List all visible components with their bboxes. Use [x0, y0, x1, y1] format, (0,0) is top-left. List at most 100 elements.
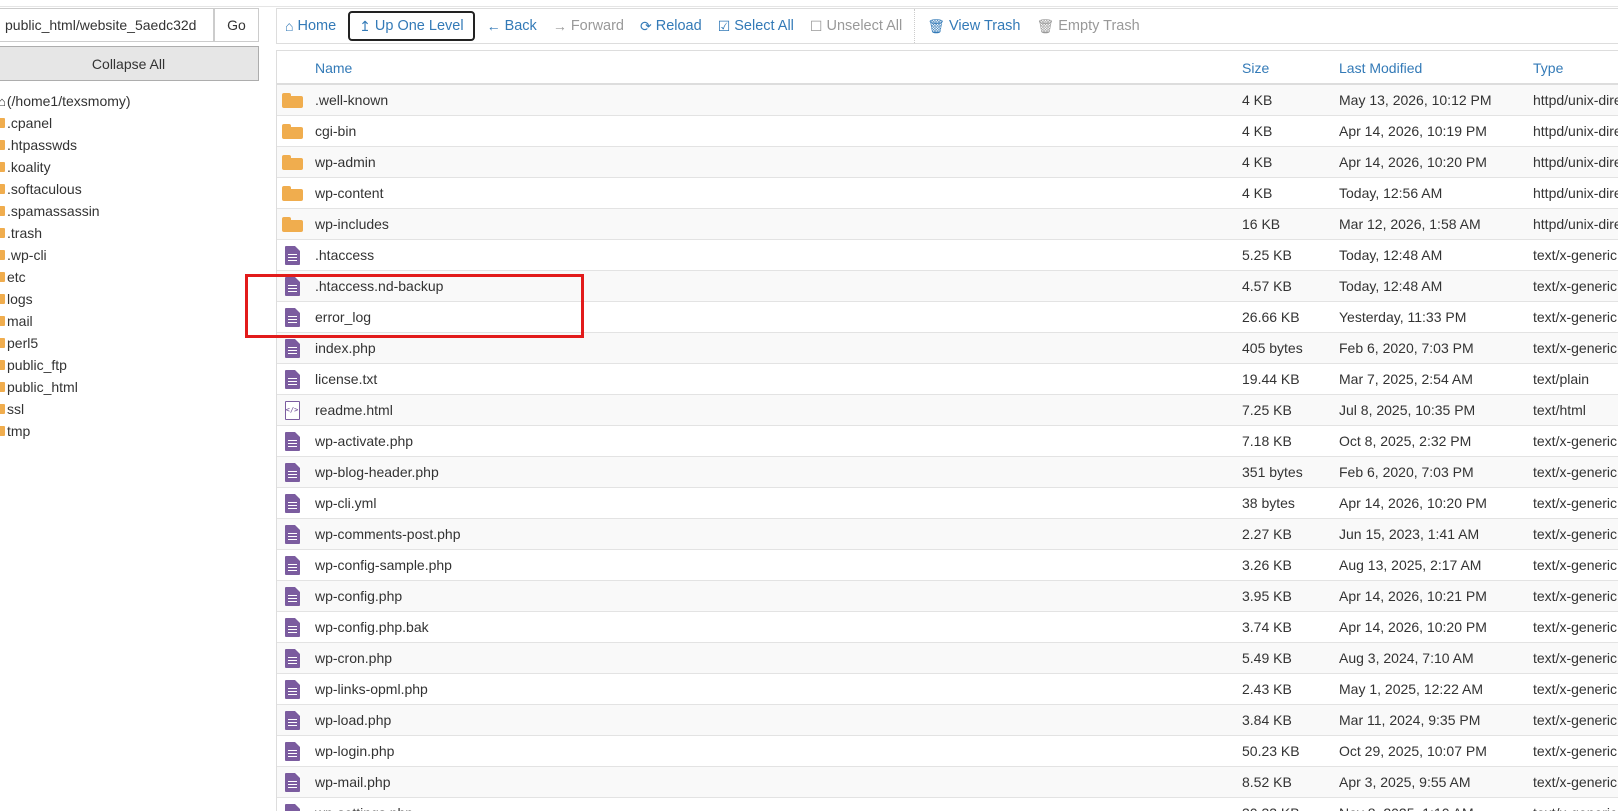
forward-button[interactable]: → Forward [545, 10, 632, 42]
file-type: text/html [1533, 402, 1586, 418]
row-icon-cell [281, 643, 303, 673]
home-icon: ⌂ [0, 93, 6, 109]
tree-item[interactable]: .koality [0, 156, 262, 178]
unselect-all-button[interactable]: ☐ Unselect All [802, 10, 910, 42]
tree-item[interactable]: ssl [0, 398, 262, 420]
tree-item-label: ssl [7, 401, 25, 417]
table-row[interactable]: wp-activate.php 7.18 KB Oct 8, 2025, 2:32 … [277, 426, 1618, 457]
folder-icon [0, 140, 5, 150]
column-header-size[interactable]: Size [1242, 51, 1269, 84]
column-header-type[interactable]: Type [1533, 51, 1563, 84]
tree-item[interactable]: .htpasswds [0, 134, 262, 156]
folder-icon [0, 206, 5, 216]
refresh-icon: ⟳ [640, 17, 652, 34]
file-size: 4 KB [1242, 123, 1273, 139]
back-button[interactable]: ← Back [479, 10, 545, 42]
file-size: 7.25 KB [1242, 402, 1292, 418]
table-row[interactable]: wp-content 4 KB Today, 12:56 AM httpd/unix-… [277, 178, 1618, 209]
tree-item-label: .trash [7, 225, 43, 241]
empty-trash-button[interactable]: 🗑︎ Empty Trash [1028, 10, 1147, 42]
file-size: 3.74 KB [1242, 619, 1292, 635]
tree-item[interactable]: tmp [0, 420, 262, 442]
table-row[interactable]: wp-login.php 50.23 KB Oct 29, 2025, 10:07 … [277, 736, 1618, 767]
table-row[interactable]: wp-cli.yml 38 bytes Apr 14, 2026, 10:20 PM… [277, 488, 1618, 519]
tree-item[interactable]: .spamassassin [0, 200, 262, 222]
file-last-modified: Today, 12:56 AM [1339, 185, 1443, 201]
collapse-all-button[interactable]: Collapse All [0, 46, 259, 81]
tree-item[interactable]: public_ftp [0, 354, 262, 376]
file-last-modified: Apr 14, 2026, 10:21 PM [1339, 588, 1487, 604]
home-button[interactable]: ⌂ Home [277, 10, 344, 42]
table-row[interactable]: wp-config.php.bak 3.74 KB Apr 14, 2026, 10… [277, 612, 1618, 643]
file-last-modified: Today, 12:48 AM [1339, 247, 1443, 263]
tree-item[interactable]: .wp-cli [0, 244, 262, 266]
row-icon-cell [281, 178, 303, 208]
file-last-modified: Feb 6, 2020, 7:03 PM [1339, 464, 1474, 480]
tree-item[interactable]: .softaculous [0, 178, 262, 200]
table-row[interactable]: .well-known 4 KB May 13, 2026, 10:12 PM htt… [277, 85, 1618, 116]
file-icon [284, 462, 300, 482]
file-name: wp-includes [315, 216, 389, 232]
tree-item[interactable]: mail [0, 310, 262, 332]
row-icon-cell [281, 581, 303, 611]
table-row[interactable]: .htaccess.nd-backup 4.57 KB Today, 12:48 A… [277, 271, 1618, 302]
tree-item[interactable]: public_html [0, 376, 262, 398]
row-icon-cell [281, 116, 303, 146]
file-name: error_log [315, 309, 372, 325]
table-row[interactable]: wp-config.php 3.95 KB Apr 14, 2026, 10:21 … [277, 581, 1618, 612]
file-name: wp-blog-header.php [315, 464, 439, 480]
table-row[interactable]: wp-settings.php 30.33 KB Nov 8, 2025, 1:10… [277, 798, 1618, 811]
view-trash-button[interactable]: 🗑︎ View Trash [919, 10, 1028, 42]
tree-item[interactable]: logs [0, 288, 262, 310]
path-field[interactable] [0, 8, 214, 42]
table-row[interactable]: </> readme.html 7.25 KB Jul 8, 2025, 10:35 … [277, 395, 1618, 426]
reload-button[interactable]: ⟳ Reload [632, 10, 710, 42]
file-size: 2.27 KB [1242, 526, 1292, 542]
table-row[interactable]: wp-blog-header.php 351 bytes Feb 6, 2020, … [277, 457, 1618, 488]
select-all-button[interactable]: ☑ Select All [710, 10, 802, 42]
code-file-icon: </> [284, 400, 300, 420]
folder-icon [0, 162, 5, 172]
column-header-name[interactable]: Name [315, 51, 352, 84]
arrow-right-icon: → [552, 18, 567, 34]
table-row[interactable]: wp-cron.php 5.49 KB Aug 3, 2024, 7:10 AM te… [277, 643, 1618, 674]
tree-item[interactable]: .trash [0, 222, 262, 244]
table-row[interactable]: wp-load.php 3.84 KB Mar 11, 2024, 9:35 PM t… [277, 705, 1618, 736]
tree-items: .cpanel .htpasswds .koality .softaculous .sp… [0, 112, 262, 442]
table-row[interactable]: wp-includes 16 KB Mar 12, 2026, 1:58 AM htt… [277, 209, 1618, 240]
go-button[interactable]: Go [214, 8, 259, 42]
folder-icon [0, 250, 5, 260]
tree-item[interactable]: .cpanel [0, 112, 262, 134]
table-row[interactable]: wp-config-sample.php 3.26 KB Aug 13, 2025,… [277, 550, 1618, 581]
tree-root[interactable]: ⌂ (/home1/texsmomy) [0, 90, 262, 112]
tree-item[interactable]: etc [0, 266, 262, 288]
file-last-modified: Aug 3, 2024, 7:10 AM [1339, 650, 1474, 666]
table-row[interactable]: wp-comments-post.php 2.27 KB Jun 15, 2023,… [277, 519, 1618, 550]
up-one-level-button[interactable]: ↥ Up One Level [348, 11, 475, 41]
row-icon-cell: </> [281, 395, 303, 425]
table-row[interactable]: index.php 405 bytes Feb 6, 2020, 7:03 PM te… [277, 333, 1618, 364]
file-type: text/x-generic [1533, 464, 1618, 480]
tree-item[interactable]: perl5 [0, 332, 262, 354]
file-last-modified: Apr 3, 2025, 9:55 AM [1339, 774, 1471, 790]
table-row[interactable]: wp-mail.php 8.52 KB Apr 3, 2025, 9:55 AM te… [277, 767, 1618, 798]
file-name: wp-login.php [315, 743, 395, 759]
file-last-modified: Apr 14, 2026, 10:19 PM [1339, 123, 1487, 139]
column-header-last-modified[interactable]: Last Modified [1339, 51, 1422, 84]
folder-icon [0, 338, 5, 348]
file-size: 5.49 KB [1242, 650, 1292, 666]
table-row[interactable]: error_log 26.66 KB Yesterday, 11:33 PM text… [277, 302, 1618, 333]
file-type: httpd/unix-directory [1533, 216, 1618, 232]
file-size: 4 KB [1242, 154, 1273, 170]
file-name: wp-cli.yml [315, 495, 377, 511]
file-size: 4 KB [1242, 185, 1273, 201]
file-type: httpd/unix-directory [1533, 123, 1618, 139]
file-name: wp-comments-post.php [315, 526, 461, 542]
path-input[interactable] [0, 9, 213, 41]
table-row[interactable]: .htaccess 5.25 KB Today, 12:48 AM text/x-ge… [277, 240, 1618, 271]
table-row[interactable]: wp-links-opml.php 2.43 KB May 1, 2025, 12:… [277, 674, 1618, 705]
table-row[interactable]: cgi-bin 4 KB Apr 14, 2026, 10:19 PM httpd/u… [277, 116, 1618, 147]
file-icon [284, 431, 300, 451]
table-row[interactable]: wp-admin 4 KB Apr 14, 2026, 10:20 PM httpd/… [277, 147, 1618, 178]
table-row[interactable]: license.txt 19.44 KB Mar 7, 2025, 2:54 AM t… [277, 364, 1618, 395]
